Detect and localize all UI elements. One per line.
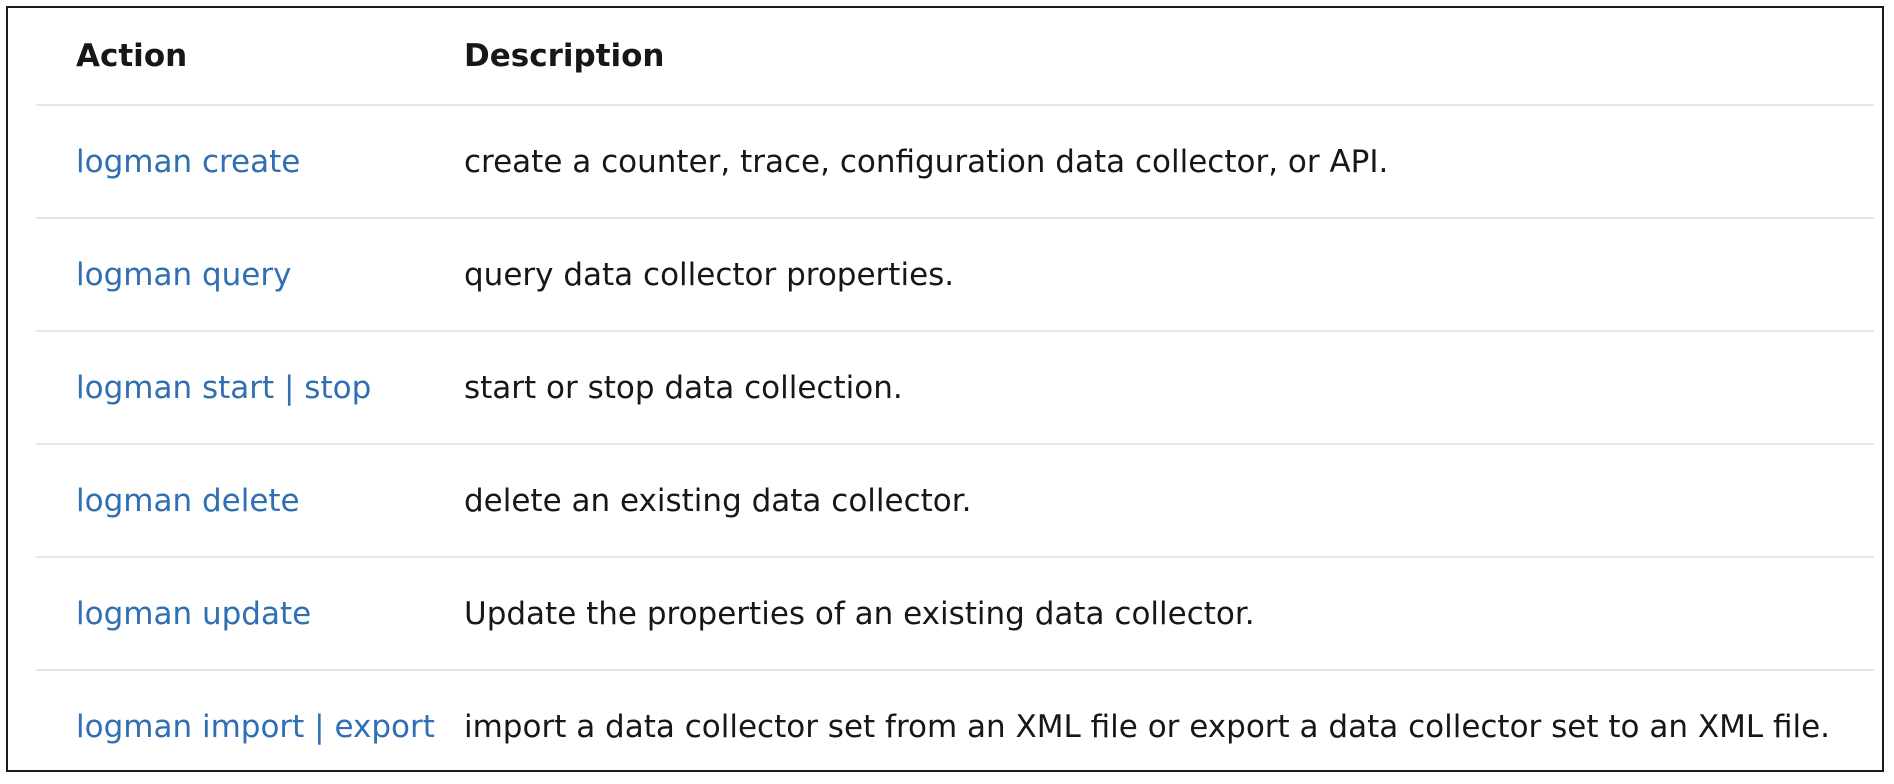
table-row: logman create create a counter, trace, c…	[36, 105, 1874, 219]
description-cell: create a counter, trace, configuration d…	[464, 105, 1874, 219]
action-cell: logman update	[36, 557, 464, 671]
action-cell: logman query	[36, 218, 464, 332]
logman-start-stop-link[interactable]: logman start | stop	[76, 370, 371, 406]
description-cell: query data collector properties.	[464, 218, 1874, 332]
description-cell: start or stop data collection.	[464, 331, 1874, 445]
description-cell: delete an existing data collector.	[464, 444, 1874, 558]
header-action: Action	[36, 8, 464, 106]
logman-update-link[interactable]: logman update	[76, 596, 311, 632]
action-cell: logman create	[36, 105, 464, 219]
table-row: logman start | stop start or stop data c…	[36, 331, 1874, 445]
action-cell: logman start | stop	[36, 331, 464, 445]
table-header: Action Description	[36, 8, 1874, 106]
table-row: logman import | export import a data col…	[36, 670, 1874, 782]
action-cell: logman delete	[36, 444, 464, 558]
logman-delete-link[interactable]: logman delete	[76, 483, 300, 519]
table-row: logman query query data collector proper…	[36, 218, 1874, 332]
table-container: Action Description logman create create …	[6, 6, 1884, 772]
header-row: Action Description	[36, 8, 1874, 106]
table-body: logman create create a counter, trace, c…	[36, 105, 1874, 782]
header-description: Description	[464, 8, 1874, 106]
description-cell: Update the properties of an existing dat…	[464, 557, 1874, 671]
actions-table: Action Description logman create create …	[36, 8, 1874, 782]
logman-create-link[interactable]: logman create	[76, 144, 300, 180]
table-row: logman delete delete an existing data co…	[36, 444, 1874, 558]
description-cell: import a data collector set from an XML …	[464, 708, 1831, 745]
logman-import-export-link[interactable]: logman import | export	[76, 709, 435, 745]
action-cell: logman import | export	[36, 670, 464, 782]
logman-query-link[interactable]: logman query	[76, 257, 291, 293]
table-row: logman update Update the properties of a…	[36, 557, 1874, 671]
